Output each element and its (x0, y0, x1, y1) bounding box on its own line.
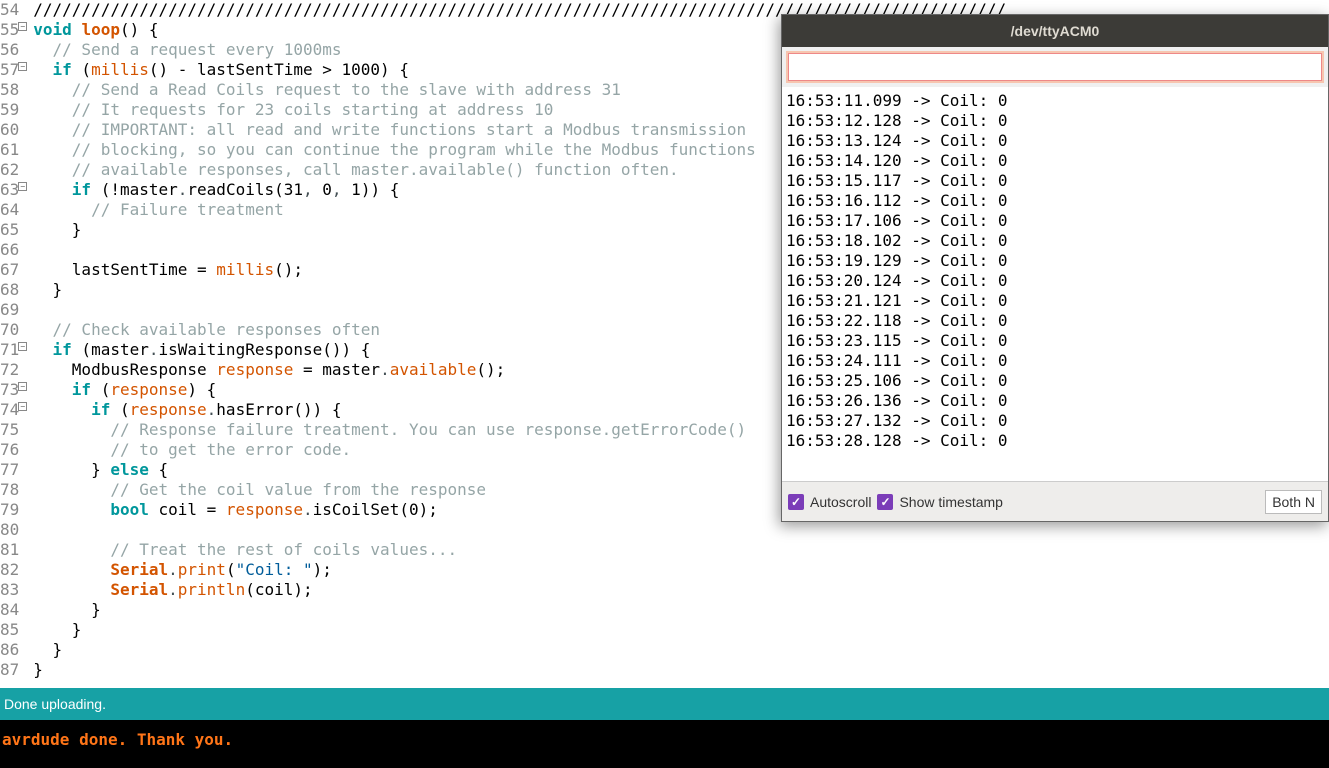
fold-icon[interactable] (18, 62, 27, 71)
serial-output-line: 16:53:23.115 -> Coil: 0 (786, 331, 1324, 351)
fold-icon[interactable] (18, 182, 27, 191)
serial-output-line: 16:53:21.121 -> Coil: 0 (786, 291, 1324, 311)
line-number: 71 (0, 340, 19, 360)
line-number: 54 (0, 0, 19, 20)
line-number: 68 (0, 280, 19, 300)
serial-output-line: 16:53:20.124 -> Coil: 0 (786, 271, 1324, 291)
console-line: avrdude done. Thank you. (2, 730, 233, 749)
serial-footer: Autoscroll Show timestamp Both N (782, 481, 1328, 521)
serial-output[interactable]: 16:53:11.099 -> Coil: 016:53:12.128 -> C… (782, 87, 1328, 481)
console-output[interactable]: avrdude done. Thank you. (0, 720, 1329, 768)
line-number: 80 (0, 520, 19, 540)
code-line[interactable]: } (33, 660, 1329, 680)
serial-output-line: 16:53:19.129 -> Coil: 0 (786, 251, 1324, 271)
serial-output-line: 16:53:18.102 -> Coil: 0 (786, 231, 1324, 251)
line-ending-select[interactable]: Both N (1265, 490, 1322, 514)
serial-output-line: 16:53:14.120 -> Coil: 0 (786, 151, 1324, 171)
line-number: 85 (0, 620, 19, 640)
fold-icon[interactable] (18, 22, 27, 31)
line-number: 67 (0, 260, 19, 280)
line-number-gutter: 5455565758596061626364656667686970717273… (0, 0, 23, 688)
autoscroll-label: Autoscroll (810, 494, 871, 510)
timestamp-checkbox[interactable] (877, 494, 893, 510)
serial-output-line: 16:53:15.117 -> Coil: 0 (786, 171, 1324, 191)
code-line[interactable]: } (33, 600, 1329, 620)
line-number: 79 (0, 500, 19, 520)
serial-output-line: 16:53:25.106 -> Coil: 0 (786, 371, 1324, 391)
line-number: 74 (0, 400, 19, 420)
line-number: 58 (0, 80, 19, 100)
serial-output-line: 16:53:24.111 -> Coil: 0 (786, 351, 1324, 371)
code-line[interactable]: } (33, 620, 1329, 640)
line-number: 83 (0, 580, 19, 600)
line-number: 66 (0, 240, 19, 260)
code-line[interactable]: Serial.println(coil); (33, 580, 1329, 600)
line-number: 72 (0, 360, 19, 380)
line-number: 69 (0, 300, 19, 320)
serial-output-line: 16:53:17.106 -> Coil: 0 (786, 211, 1324, 231)
line-number: 77 (0, 460, 19, 480)
line-number: 84 (0, 600, 19, 620)
line-number: 86 (0, 640, 19, 660)
line-number: 73 (0, 380, 19, 400)
serial-monitor-title: /dev/ttyACM0 (782, 15, 1328, 47)
line-number: 70 (0, 320, 19, 340)
code-line[interactable]: } (33, 640, 1329, 660)
line-number: 60 (0, 120, 19, 140)
line-number: 75 (0, 420, 19, 440)
autoscroll-checkbox[interactable] (788, 494, 804, 510)
line-number: 59 (0, 100, 19, 120)
line-number: 55 (0, 20, 19, 40)
line-number: 82 (0, 560, 19, 580)
serial-monitor-window[interactable]: /dev/ttyACM0 16:53:11.099 -> Coil: 016:5… (781, 14, 1329, 522)
serial-input-row (782, 47, 1328, 87)
serial-output-line: 16:53:11.099 -> Coil: 0 (786, 91, 1324, 111)
line-number: 64 (0, 200, 19, 220)
serial-output-line: 16:53:13.124 -> Coil: 0 (786, 131, 1324, 151)
line-number: 87 (0, 660, 19, 680)
timestamp-label: Show timestamp (899, 494, 1002, 510)
line-number: 62 (0, 160, 19, 180)
status-text: Done uploading. (4, 696, 106, 712)
fold-icon[interactable] (18, 402, 27, 411)
serial-output-line: 16:53:26.136 -> Coil: 0 (786, 391, 1324, 411)
line-number: 57 (0, 60, 19, 80)
fold-icon[interactable] (18, 382, 27, 391)
serial-output-line: 16:53:22.118 -> Coil: 0 (786, 311, 1324, 331)
serial-output-line: 16:53:16.112 -> Coil: 0 (786, 191, 1324, 211)
status-bar: Done uploading. (0, 688, 1329, 720)
line-number: 61 (0, 140, 19, 160)
serial-send-input[interactable] (788, 53, 1322, 81)
line-number: 78 (0, 480, 19, 500)
line-number: 63 (0, 180, 19, 200)
line-number: 76 (0, 440, 19, 460)
line-number: 56 (0, 40, 19, 60)
code-line[interactable] (33, 520, 1329, 540)
fold-icon[interactable] (18, 342, 27, 351)
serial-output-line: 16:53:12.128 -> Coil: 0 (786, 111, 1324, 131)
serial-output-line: 16:53:27.132 -> Coil: 0 (786, 411, 1324, 431)
line-number: 81 (0, 540, 19, 560)
code-line[interactable]: // Treat the rest of coils values... (33, 540, 1329, 560)
code-line[interactable]: Serial.print("Coil: "); (33, 560, 1329, 580)
line-number: 65 (0, 220, 19, 240)
serial-output-line: 16:53:28.128 -> Coil: 0 (786, 431, 1324, 451)
